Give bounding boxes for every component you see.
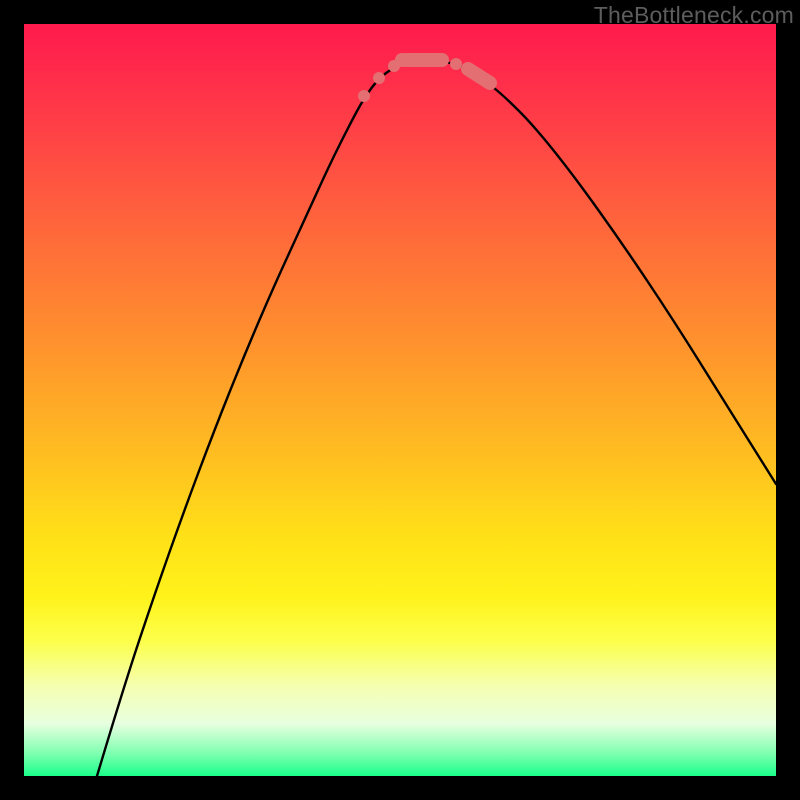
marker-layer xyxy=(358,58,490,102)
chart-plot-area xyxy=(24,24,776,776)
marker-dot xyxy=(373,72,385,84)
marker-dot xyxy=(358,90,370,102)
curve-layer xyxy=(97,60,776,776)
marker-pill xyxy=(468,69,490,83)
watermark-text: TheBottleneck.com xyxy=(594,2,794,29)
marker-dot xyxy=(450,58,462,70)
bottleneck-curve-svg xyxy=(24,24,776,776)
bottleneck-curve xyxy=(97,60,776,776)
